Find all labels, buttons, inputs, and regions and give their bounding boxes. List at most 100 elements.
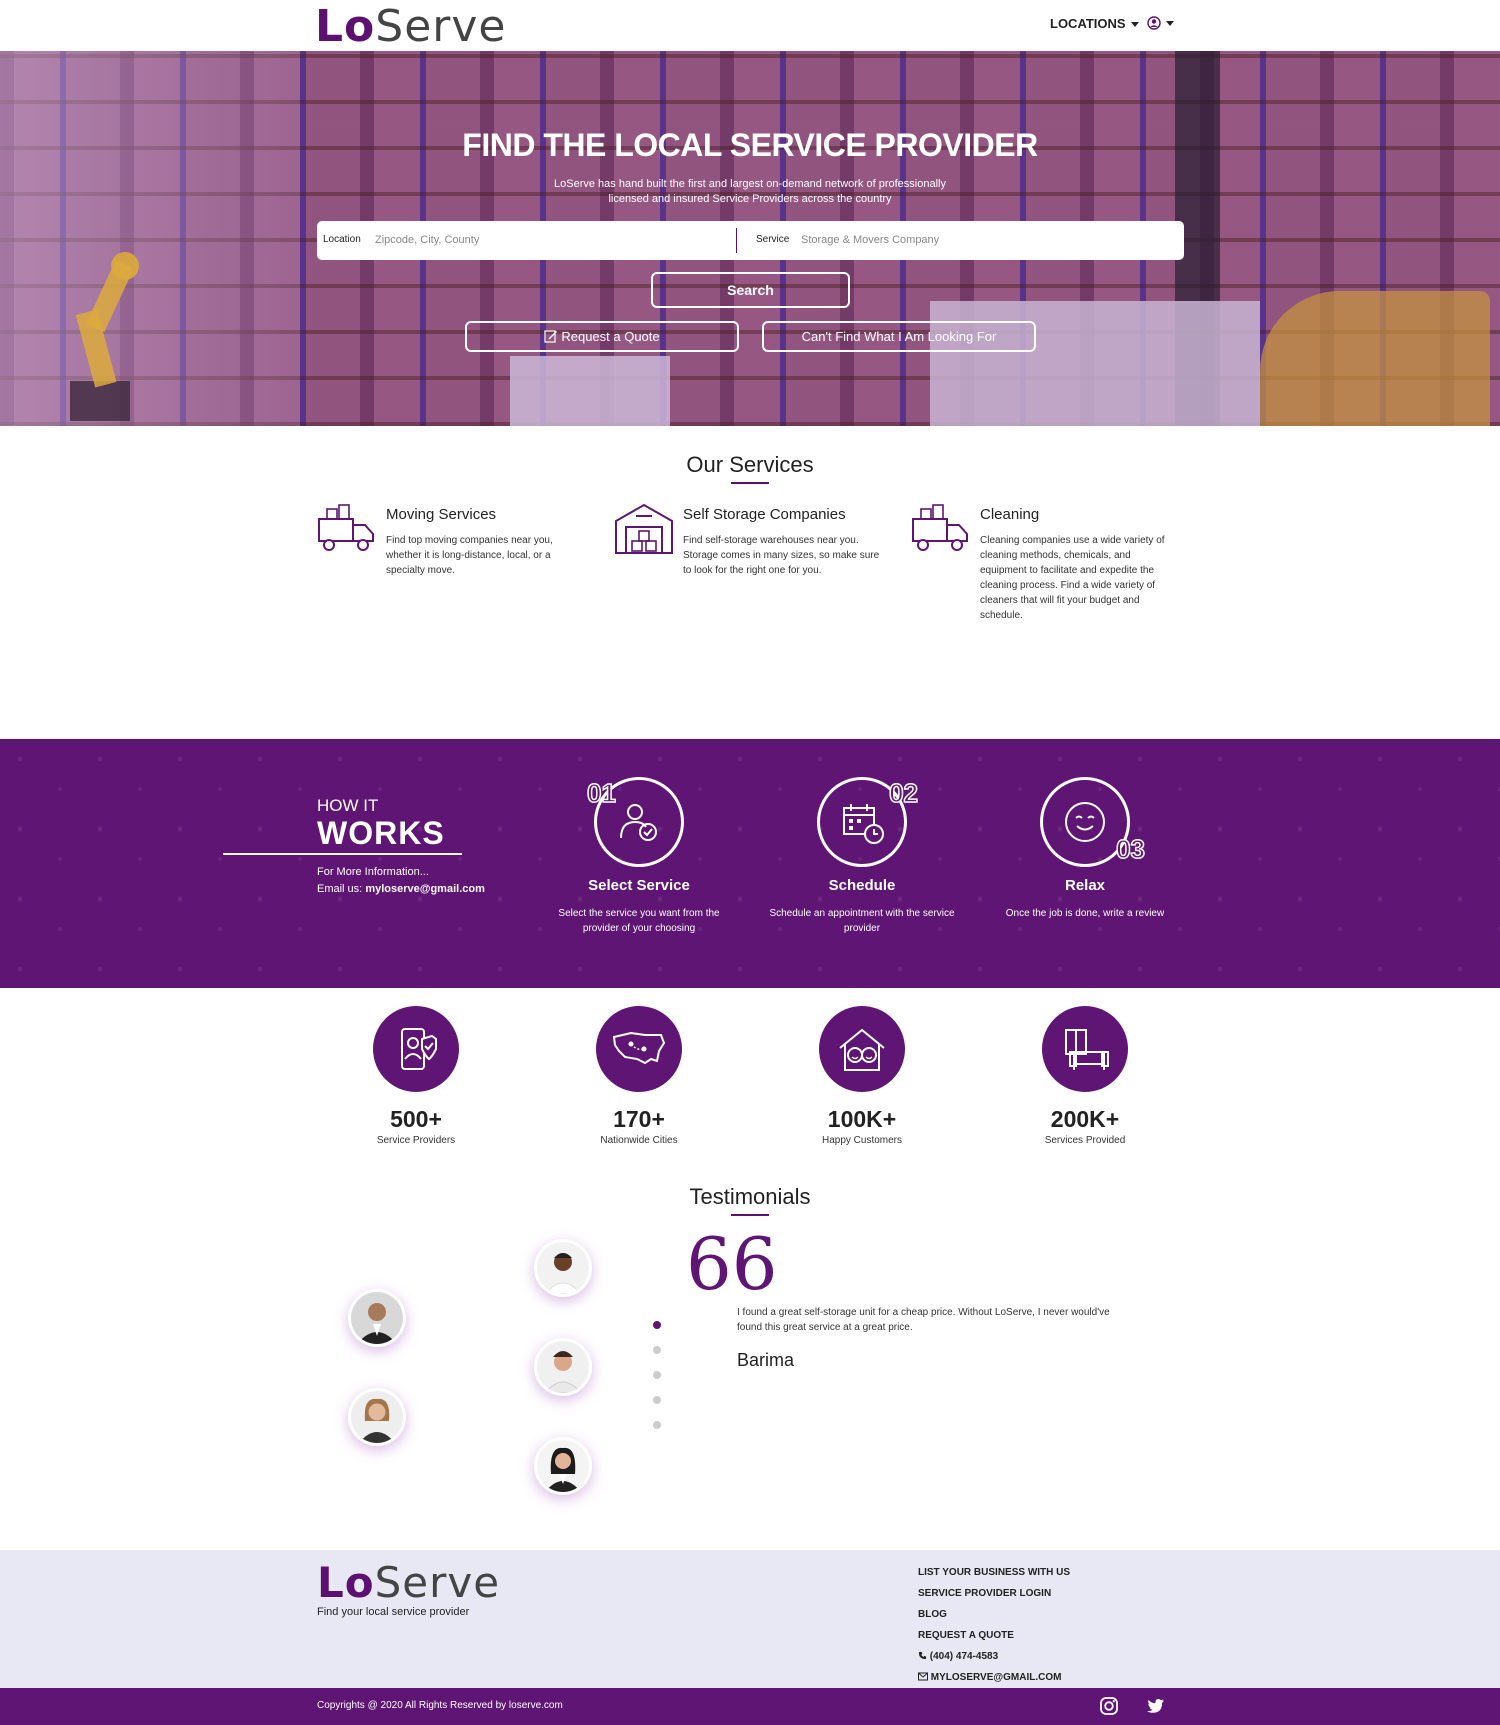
testimonial-author: Barima (737, 1350, 795, 1370)
person-avatar-image (351, 1292, 403, 1344)
copyright-text: Copyrights @ 2020 All Rights Reserved by… (317, 1700, 563, 1711)
stat-label: Service Providers (376, 1135, 456, 1146)
stat-value: 100K+ (827, 1106, 897, 1132)
cant-find-button[interactable]: Can't Find What I Am Looking For (762, 321, 1036, 352)
avatar[interactable] (348, 1289, 406, 1347)
site-logo[interactable]: LoServe (315, 4, 506, 50)
footer-email[interactable]: MYLOSERVE@GMAIL.COM (918, 1667, 1070, 1688)
how-info: For More Information... Email us: mylose… (317, 864, 485, 898)
footer-link-blog[interactable]: BLOG (918, 1604, 1070, 1625)
request-quote-label: Request a Quote (561, 329, 660, 344)
stat-circle (596, 1006, 682, 1092)
how-it-works-section: HOW IT WORKS For More Information... Ema… (0, 739, 1500, 988)
testimonial-text: I found a great self-storage unit for a … (737, 1307, 1110, 1333)
footer-logo[interactable]: LoServe (317, 1558, 500, 1607)
step-number: 03 (1115, 833, 1145, 865)
hero-crate (510, 356, 670, 426)
person-avatar-image (351, 1391, 403, 1443)
phone-number: (404) 474-4583 (929, 1651, 999, 1662)
step-circle: 03 (1040, 777, 1146, 867)
carousel-dot[interactable] (653, 1371, 661, 1379)
carousel-dot[interactable] (653, 1396, 661, 1404)
service-name: Moving Services (386, 506, 497, 523)
locations-label: LOCATIONS (1050, 16, 1126, 31)
calendar-clock-icon (843, 804, 884, 844)
service-desc: Cleaning companies use a wide variety of… (980, 535, 1165, 621)
hero-subtitle: LoServe has hand built the first and lar… (554, 178, 946, 205)
stat-providers: 500+ Service Providers (326, 1006, 506, 1146)
search-divider (736, 228, 737, 253)
step-circle: 02 (817, 777, 919, 867)
instagram-icon[interactable] (1099, 1696, 1119, 1716)
twitter-icon[interactable] (1145, 1696, 1165, 1716)
avatar[interactable] (534, 1239, 592, 1297)
testimonials-title: Testimonials (689, 1184, 811, 1209)
step-title: Select Service (588, 877, 690, 894)
bottom-bar: Copyrights @ 2020 All Rights Reserved by… (0, 1688, 1500, 1725)
avatar[interactable] (534, 1437, 592, 1495)
services-title-underline (731, 482, 769, 484)
email-link[interactable]: myloserve@gmail.com (365, 883, 485, 895)
location-input[interactable] (375, 229, 715, 251)
how-it-label: HOW IT (317, 796, 379, 815)
step-desc: Once the job is done, write a review (1005, 908, 1165, 919)
stat-label: Happy Customers (821, 1135, 903, 1146)
user-circle-icon (1147, 16, 1161, 30)
location-label: Location (323, 234, 361, 245)
step-desc: Select the service you want from the pro… (558, 908, 720, 934)
avatar[interactable] (534, 1338, 592, 1396)
footer-link-request-quote[interactable]: REQUEST A QUOTE (918, 1625, 1070, 1646)
how-divider (223, 853, 462, 855)
step-relax: 03 Relax Once the job is done, write a r… (985, 777, 1185, 921)
step-title: Schedule (828, 877, 896, 894)
logo-lo: Lo (315, 1, 376, 52)
email-label: Email us: (317, 883, 363, 895)
step-schedule: 02 Schedule Schedule an appointment with… (762, 777, 962, 936)
carousel-dot[interactable] (653, 1421, 661, 1429)
logo-serve: Serve (374, 1558, 501, 1607)
step-circle: 01 (586, 777, 684, 867)
search-bar: Location Service (317, 221, 1184, 260)
person-avatar-image (537, 1341, 589, 1393)
hero-crate (930, 301, 1260, 426)
service-name: Self Storage Companies (683, 506, 846, 523)
hero-section: FIND THE LOCAL SERVICE PROVIDER LoServe … (0, 51, 1500, 426)
edit-icon (544, 330, 558, 343)
locations-dropdown[interactable]: LOCATIONS (1050, 16, 1139, 31)
stat-customers: 100K+ Happy Customers (772, 1006, 952, 1146)
footer-link-provider-login[interactable]: SERVICE PROVIDER LOGIN (918, 1583, 1070, 1604)
phone-icon (918, 1651, 927, 1660)
search-button[interactable]: Search (651, 272, 850, 308)
step-title: Relax (1064, 877, 1106, 894)
step-select-service: 01 Select Service Select the service you… (539, 777, 739, 936)
usa-map-icon (612, 1031, 666, 1065)
footer-links: LIST YOUR BUSINESS WITH US SERVICE PROVI… (918, 1562, 1070, 1688)
carousel-dot[interactable] (653, 1321, 661, 1329)
service-desc: Find top moving companies near you, whet… (386, 535, 553, 576)
cleaning-truck-icon (912, 504, 968, 551)
logo-lo: Lo (317, 1558, 375, 1607)
hero-forklift (1260, 291, 1490, 426)
stat-circle (819, 1006, 905, 1092)
works-label: WORKS (317, 815, 445, 851)
footer-link-list-business[interactable]: LIST YOUR BUSINESS WITH US (918, 1562, 1070, 1583)
stat-label: Nationwide Cities (600, 1135, 678, 1146)
envelope-icon (918, 1672, 928, 1681)
footer-phone[interactable]: (404) 474-4583 (918, 1646, 1070, 1667)
smiley-icon (1065, 802, 1105, 842)
avatar[interactable] (348, 1388, 406, 1446)
robot-arm-image (70, 252, 139, 421)
service-label: Service (756, 234, 790, 245)
step-number: 02 (888, 777, 918, 809)
quote-mark-icon: 66 (686, 1222, 778, 1306)
stat-value: 200K+ (1050, 1106, 1120, 1132)
person-avatar-image (537, 1242, 589, 1294)
user-menu[interactable] (1147, 16, 1174, 30)
carousel-dot[interactable] (653, 1346, 661, 1354)
service-input[interactable] (801, 229, 1161, 251)
request-quote-button[interactable]: Request a Quote (465, 321, 739, 352)
mobile-provider-icon (401, 1028, 437, 1070)
hero-title: FIND THE LOCAL SERVICE PROVIDER (462, 127, 1038, 163)
more-info-text: For More Information... (317, 866, 429, 878)
stat-cities: 170+ Nationwide Cities (549, 1006, 729, 1146)
